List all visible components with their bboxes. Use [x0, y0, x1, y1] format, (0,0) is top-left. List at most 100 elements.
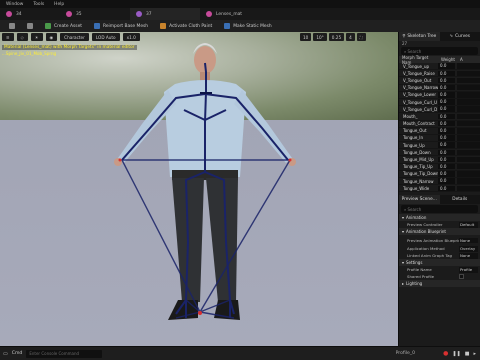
morph-weight-input[interactable]: 0.0: [438, 128, 455, 134]
lit-button[interactable]: ☀: [30, 33, 43, 41]
preview-controller-select[interactable]: Default: [459, 222, 478, 228]
tab-curves[interactable]: ∿ Curves: [440, 32, 480, 41]
scale-snap-button[interactable]: 0.25: [328, 33, 345, 41]
asset-tab-34[interactable]: 34: [0, 8, 60, 20]
morph-target-row[interactable]: V_Tongue_Narrow 0.0: [399, 84, 480, 92]
morph-weight-input[interactable]: 0.0: [438, 77, 455, 84]
morph-weight-input[interactable]: 0.0: [438, 84, 455, 91]
stop-icon[interactable]: ■: [465, 351, 470, 357]
morph-weight-slider[interactable]: [457, 128, 480, 134]
morph-weight-input[interactable]: 0.0: [438, 135, 455, 141]
content-drawer-icon[interactable]: ▭: [3, 351, 8, 357]
viewport[interactable]: ≡ ◇ ☀ ◉ Character LOD Auto x1.0 10 10° 0…: [0, 32, 398, 346]
pause-icon[interactable]: ❚❚: [452, 351, 460, 357]
morph-weight-input[interactable]: 0.0: [438, 63, 455, 69]
show-button[interactable]: ◉: [45, 33, 58, 41]
morph-target-row[interactable]: Tongue_Up 0.0: [399, 142, 480, 150]
browse-button[interactable]: [22, 21, 38, 31]
morph-weight-slider[interactable]: [457, 185, 480, 192]
maximize-viewport-button[interactable]: ⛶: [356, 33, 366, 41]
viewport-options-button[interactable]: ≡: [2, 33, 14, 41]
morph-target-row[interactable]: Mouth_ 0.0: [399, 113, 480, 121]
linked-anim-graph-select[interactable]: None: [459, 253, 478, 259]
morph-weight-slider[interactable]: [457, 77, 480, 84]
morph-weight-input[interactable]: 0.0: [438, 156, 455, 163]
morph-weight-slider[interactable]: [457, 171, 480, 177]
section-lighting[interactable]: ▸ Lighting: [399, 280, 480, 288]
make-static-mesh-button[interactable]: Make Static Mesh: [219, 21, 276, 31]
morph-weight-slider[interactable]: [457, 120, 480, 127]
shared-profile-checkbox[interactable]: [459, 274, 464, 280]
morph-weight-input[interactable]: 0.0: [438, 113, 455, 120]
console-command-input[interactable]: Enter Console Command: [26, 349, 103, 358]
camera-speed-button[interactable]: 4: [346, 33, 355, 41]
morph-weight-slider[interactable]: [457, 84, 480, 91]
tab-preview-scene[interactable]: Preview Scene...: [399, 195, 440, 205]
profile-name-input[interactable]: Profile: [459, 267, 478, 273]
morph-weight-input[interactable]: 0.0: [438, 149, 455, 156]
morph-target-row[interactable]: V_Tongue_Curl_D 0.0: [399, 106, 480, 114]
timeline-icon[interactable]: ▸: [473, 351, 476, 357]
morph-target-row[interactable]: Tongue_Down 0.0: [399, 149, 480, 157]
section-animation[interactable]: ▾ Animation: [399, 214, 480, 222]
morph-target-row[interactable]: Tongue_Mid_Up 0.0: [399, 156, 480, 164]
morph-target-row[interactable]: V_Tongue_Out 0.0: [399, 77, 480, 85]
section-animation-blueprint[interactable]: ▾ Animation Blueprint: [399, 228, 480, 236]
morph-weight-input[interactable]: 0.0: [438, 106, 455, 112]
reimport-base-mesh-button[interactable]: Reimport Base Mesh: [89, 21, 153, 31]
character-button[interactable]: Character: [60, 33, 89, 41]
save-button[interactable]: [4, 21, 20, 31]
morph-weight-input[interactable]: 0.0: [438, 120, 455, 127]
morph-weight-input[interactable]: 0.0: [438, 178, 455, 184]
morph-weight-slider[interactable]: [457, 149, 480, 156]
perspective-button[interactable]: ◇: [16, 33, 28, 41]
morph-target-row[interactable]: Tongue_In 0.0: [399, 135, 480, 143]
morph-target-row[interactable]: Tongue_Tip_Down 0.0: [399, 171, 480, 178]
column-header-auto[interactable]: A: [457, 57, 463, 62]
tab-skeleton-tree[interactable]: ⚲ Skeleton Tree: [399, 32, 440, 41]
morph-target-row[interactable]: Mouth_Contract 0.0: [399, 120, 480, 128]
morph-weight-slider[interactable]: [457, 106, 480, 112]
morph-target-row[interactable]: V_Tongue_Raise 0.0: [399, 70, 480, 78]
morph-weight-slider[interactable]: [457, 135, 480, 141]
morph-target-row[interactable]: V_Tongue_up 0.0: [399, 63, 480, 71]
cmd-label[interactable]: Cmd: [12, 351, 23, 356]
morph-target-row[interactable]: Tongue_Tip_Up 0.0: [399, 163, 480, 171]
morph-weight-slider[interactable]: [457, 99, 480, 105]
morph-weight-input[interactable]: 0.0: [438, 92, 455, 98]
rotation-snap-button[interactable]: 10°: [313, 33, 327, 41]
menu-tools[interactable]: Tools: [33, 2, 44, 7]
column-header-weight[interactable]: Weight: [438, 57, 457, 62]
morph-weight-input[interactable]: 0.0: [438, 142, 455, 148]
morph-weight-slider[interactable]: [457, 63, 480, 69]
preview-anim-bp-select[interactable]: None: [459, 237, 478, 244]
details-search-input[interactable]: ⌕ Search: [401, 205, 478, 214]
menu-window[interactable]: Window: [6, 2, 23, 7]
morph-target-row[interactable]: V_Tongue_Lower 0.0: [399, 92, 480, 99]
morph-weight-slider[interactable]: [457, 92, 480, 98]
morph-weight-slider[interactable]: [457, 163, 480, 170]
morph-weight-slider[interactable]: [457, 156, 480, 163]
morph-weight-input[interactable]: 0.0: [438, 185, 455, 192]
morph-weight-input[interactable]: 0.0: [438, 70, 455, 77]
playback-speed-button[interactable]: x1.0: [122, 33, 140, 41]
morph-target-row[interactable]: Tongue_Wide 0.0: [399, 185, 480, 193]
morph-weight-input[interactable]: 0.0: [438, 171, 455, 177]
morph-weight-input[interactable]: 0.0: [438, 163, 455, 170]
morph-target-row[interactable]: Tongue_Out 0.0: [399, 128, 480, 135]
morph-target-row[interactable]: Tongue_Narrow 0.0: [399, 178, 480, 186]
morph-weight-input[interactable]: 0.0: [438, 99, 455, 105]
create-asset-button[interactable]: Create Asset: [40, 21, 87, 31]
application-method-select[interactable]: Overlay: [459, 246, 478, 252]
morph-weight-slider[interactable]: [457, 70, 480, 77]
menu-help[interactable]: Help: [54, 2, 64, 7]
tab-details[interactable]: Details: [440, 195, 480, 204]
morph-target-row[interactable]: V_Tongue_Curl_U 0.0: [399, 99, 480, 107]
grid-snap-button[interactable]: 10: [300, 33, 312, 41]
record-icon[interactable]: ●: [443, 350, 448, 357]
asset-tab-35[interactable]: 35: [60, 8, 130, 20]
morph-weight-slider[interactable]: [457, 142, 480, 148]
activate-cloth-paint-button[interactable]: Activate Cloth Paint: [155, 21, 217, 31]
lod-button[interactable]: LOD Auto: [91, 33, 120, 41]
section-settings[interactable]: ▾ Settings: [399, 259, 480, 267]
